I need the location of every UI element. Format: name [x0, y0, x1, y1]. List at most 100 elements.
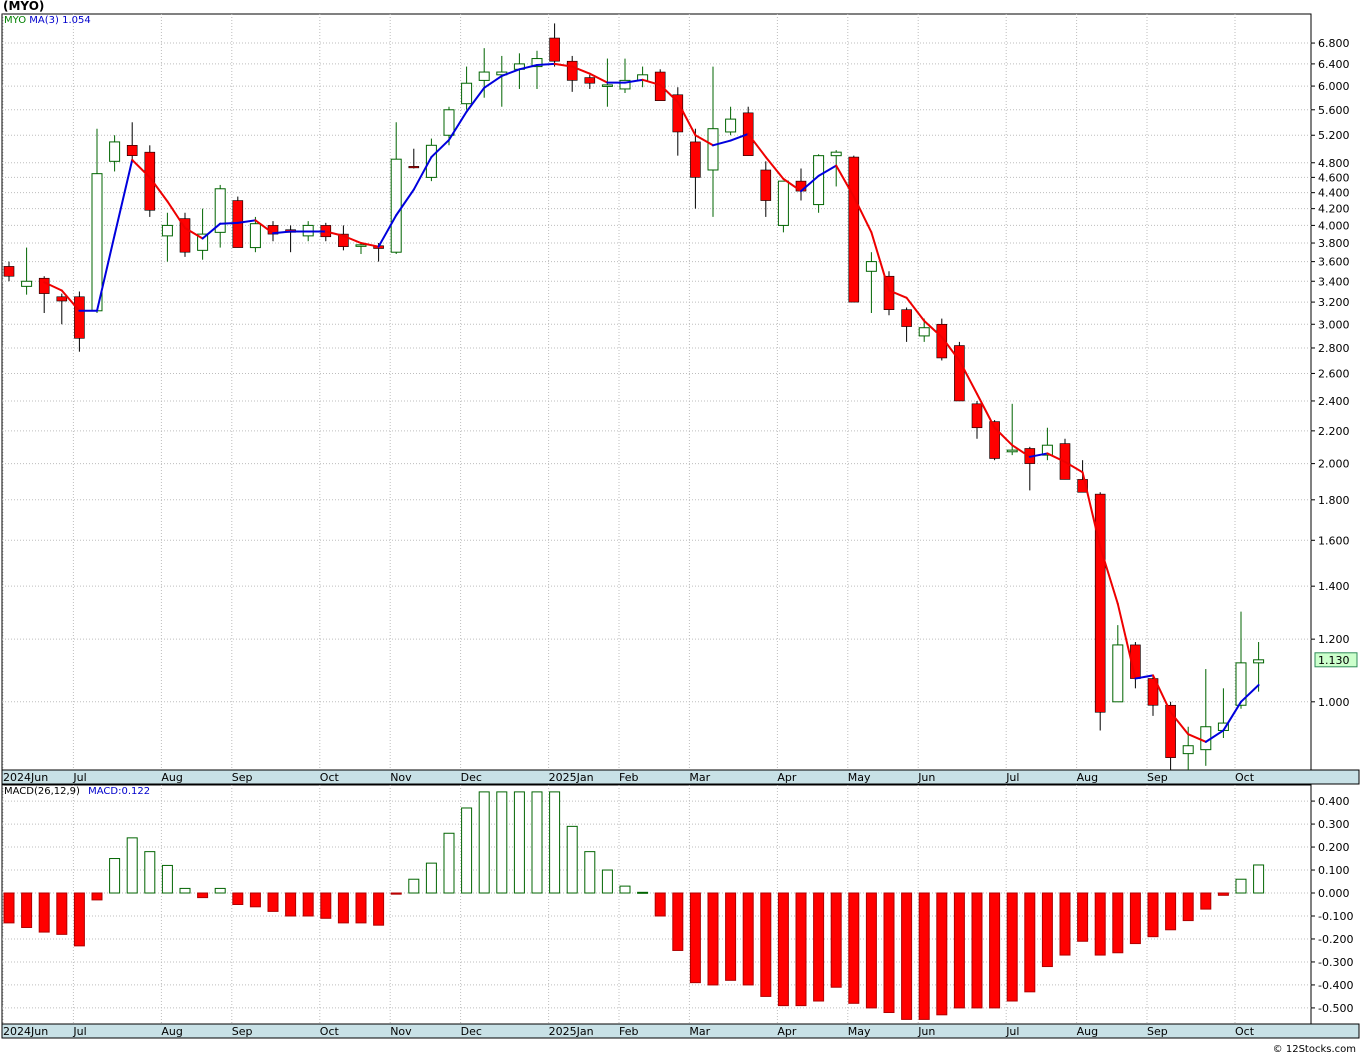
- candle-down: [654, 71, 666, 101]
- macd-date-label: 2025Jan: [549, 1025, 594, 1038]
- macd-bar-negative: [989, 892, 1001, 1009]
- macd-bar-negative: [337, 892, 349, 924]
- macd-bar-negative: [302, 892, 314, 917]
- candle-up: [1006, 449, 1018, 453]
- macd-bar-positive: [496, 791, 508, 894]
- macd-date-label: Oct: [320, 1025, 340, 1038]
- macd-bar-positive: [584, 851, 596, 894]
- macd-legend: MACD(26,12,9) MACD:0.122: [4, 786, 150, 797]
- candle-down: [56, 296, 68, 302]
- candle-up: [109, 141, 121, 162]
- macd-date-label: Aug: [161, 1025, 182, 1038]
- price-tick-label: 4.400: [1318, 187, 1350, 200]
- price-date-label: Dec: [461, 771, 482, 784]
- candle-down: [38, 277, 50, 294]
- price-date-label: Sep: [1147, 771, 1168, 784]
- macd-date-label: Jul: [72, 1025, 86, 1038]
- price-legend: MYO MA(3) 1.054: [4, 15, 91, 26]
- macd-bar-negative: [1182, 892, 1194, 922]
- macd-bar-positive: [144, 851, 156, 894]
- candle-up: [1200, 726, 1212, 751]
- candle-up: [355, 244, 367, 247]
- price-tick-label: 3.200: [1318, 296, 1350, 309]
- price-tick-label: 3.400: [1318, 275, 1350, 288]
- stock-chart: 1.000 1.200 1.400 1.600 1.800 2.000 2.200 2.400…: [1, 13, 1360, 1039]
- price-tick-label: 2.800: [1318, 342, 1350, 355]
- candle-down: [232, 200, 244, 248]
- macd-bar-negative: [1041, 892, 1053, 968]
- macd-date-label: May: [848, 1025, 871, 1038]
- candle-down: [584, 77, 596, 84]
- price-tick-label: 5.200: [1318, 129, 1350, 142]
- macd-bar-positive: [1235, 878, 1247, 894]
- macd-bar-negative: [91, 892, 103, 901]
- ma-legend-label: MA(3): [29, 15, 59, 26]
- candle-up: [725, 118, 737, 133]
- price-tick-label: 1.600: [1318, 534, 1350, 547]
- macd-date-label: Sep: [1147, 1025, 1168, 1038]
- price-tick-label: 6.800: [1318, 37, 1350, 50]
- macd-date-label: Nov: [390, 1025, 412, 1038]
- macd-bar-negative: [373, 892, 385, 926]
- candle-up: [830, 151, 842, 157]
- price-tick-label: 4.800: [1318, 157, 1350, 170]
- macd-bar-negative: [901, 892, 913, 1020]
- macd-bar-negative: [1006, 892, 1018, 1002]
- candle-up: [1112, 644, 1124, 703]
- macd-date-label: Jul: [1005, 1025, 1019, 1038]
- macd-bar-negative: [936, 892, 948, 1016]
- macd-date-label: Feb: [619, 1025, 638, 1038]
- macd-bar-positive: [566, 825, 578, 894]
- price-date-label: Aug: [161, 771, 182, 784]
- macd-bar-negative: [848, 892, 860, 1004]
- macd-bar-positive: [126, 837, 138, 894]
- price-tick-label: 3.800: [1318, 237, 1350, 250]
- macd-bar-negative: [3, 892, 15, 924]
- candle-down: [126, 145, 138, 156]
- macd-bar-positive: [478, 791, 490, 894]
- candle-up: [918, 327, 930, 337]
- credit-label: © 12Stocks.com: [1272, 1044, 1356, 1055]
- macd-bar-negative: [1094, 892, 1106, 956]
- candle-up: [21, 280, 33, 287]
- price-tick-label: 2.000: [1318, 458, 1350, 471]
- macd-bar-positive: [601, 869, 613, 894]
- price-date-label: Oct: [320, 771, 340, 784]
- candle-down: [848, 156, 860, 303]
- candle-down: [566, 60, 578, 81]
- ma-line-segment: [536, 62, 556, 66]
- candle-down: [549, 37, 560, 62]
- macd-bar-negative: [73, 892, 85, 947]
- macd-bar-negative: [320, 892, 332, 919]
- price-date-label: 2024Jun: [3, 771, 48, 784]
- macd-legend-value: MACD:0.122: [88, 786, 151, 797]
- macd-date-label: Oct: [1235, 1025, 1255, 1038]
- price-tick-label: 3.600: [1318, 256, 1350, 269]
- candle-down: [672, 94, 684, 133]
- macd-date-label: Dec: [461, 1025, 482, 1038]
- candle-up: [478, 71, 490, 81]
- candle-up: [443, 109, 455, 136]
- price-tick-label: 2.200: [1318, 425, 1350, 438]
- macd-bar-positive: [179, 887, 191, 894]
- macd-date-label: Aug: [1077, 1025, 1098, 1038]
- candle-up: [1182, 745, 1194, 755]
- chart-title: (MYO): [3, 0, 45, 13]
- macd-bar-negative: [1165, 892, 1177, 931]
- macd-tick-label: 0.400: [1318, 795, 1350, 808]
- macd-bar-negative: [813, 892, 825, 1002]
- price-tick-label: 2.400: [1318, 395, 1350, 408]
- macd-bar-negative: [1217, 892, 1229, 896]
- macd-bar-positive: [1253, 864, 1265, 894]
- candle-down: [690, 141, 701, 178]
- candle-down: [408, 166, 420, 169]
- candle-down: [74, 296, 85, 339]
- candle-down: [901, 309, 912, 327]
- price-date-label: May: [848, 771, 871, 784]
- price-tick-label: 1.400: [1318, 580, 1350, 593]
- macd-bar-positive: [531, 791, 543, 894]
- macd-bar-negative: [707, 892, 719, 986]
- macd-bar-negative: [1059, 892, 1071, 956]
- price-date-label: Mar: [689, 771, 710, 784]
- price-date-label: Aug: [1077, 771, 1098, 784]
